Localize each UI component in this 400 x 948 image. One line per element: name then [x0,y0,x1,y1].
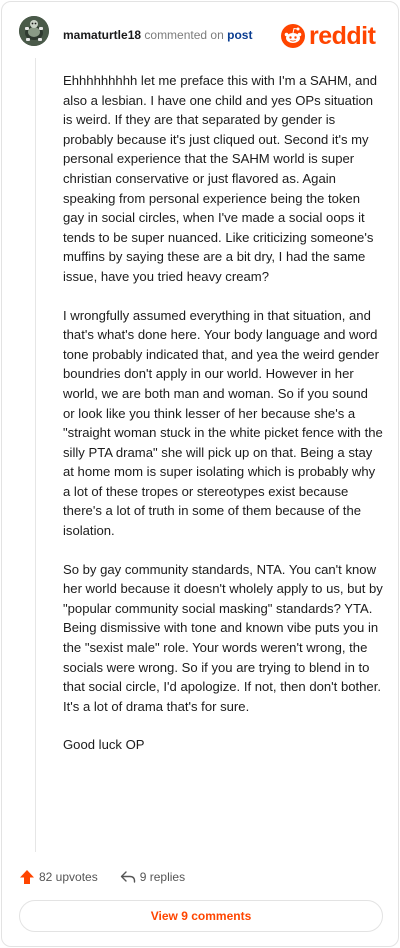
comment-card: mamaturtle18 commented on post reddit Eh… [1,1,399,947]
comment-paragraph: I wrongfully assumed everything in that … [63,307,383,539]
comment-actions: 82 upvotes 9 replies [19,866,185,888]
upvote-button[interactable]: 82 upvotes [19,869,98,885]
comment-header: mamaturtle18 commented on post [63,28,252,42]
comment-paragraph: Good luck OP [63,737,145,753]
reply-arrow-icon [120,871,135,883]
upvote-arrow-icon [20,870,34,884]
thread-line[interactable] [35,58,36,852]
avatar[interactable] [19,16,49,46]
replies-button[interactable]: 9 replies [120,869,185,885]
turtle-avatar-icon [19,16,49,46]
comment-paragraph: So by gay community standards, NTA. You … [63,561,383,714]
comment-paragraph: Ehhhhhhhhh let me preface this with I'm … [63,73,378,284]
view-comments-button[interactable]: View 9 comments [19,900,383,932]
replies-count: 9 replies [139,870,186,884]
commented-on-text: commented on [144,28,224,42]
upvote-count: 82 upvotes [39,870,98,884]
comment-body: Ehhhhhhhhh let me preface this with I'm … [63,71,383,774]
reddit-brand[interactable]: reddit [281,22,376,50]
post-link[interactable]: post [227,28,252,42]
reddit-wordmark: reddit [309,22,376,50]
reddit-logo-icon [281,24,305,48]
username[interactable]: mamaturtle18 [63,28,141,42]
